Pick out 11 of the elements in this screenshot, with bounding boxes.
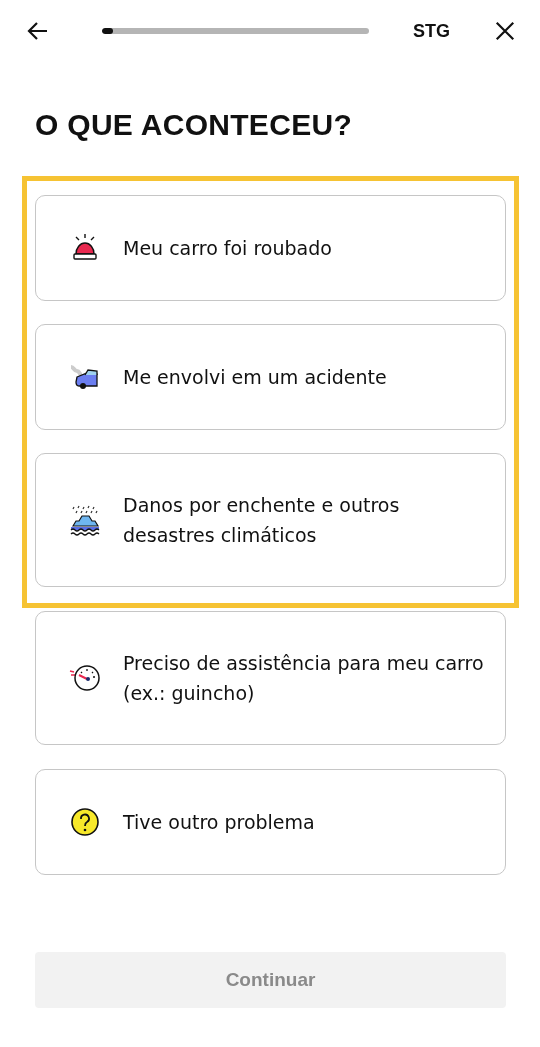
option-card[interactable]: Preciso de assistência para meu carro (ex.: guincho) bbox=[35, 611, 506, 745]
option-card[interactable]: Danos por enchente e outros desastres climáticos bbox=[35, 453, 506, 587]
option-card[interactable]: Me envolvi em um acidente bbox=[35, 324, 506, 430]
question-icon bbox=[69, 806, 101, 838]
flooded-car-icon bbox=[69, 504, 101, 536]
option-card[interactable]: Meu carro foi roubado bbox=[35, 195, 506, 301]
close-icon[interactable] bbox=[494, 20, 516, 42]
environment-label: STG bbox=[413, 20, 450, 42]
option-card[interactable]: Tive outro problema bbox=[35, 769, 506, 875]
speedometer-icon bbox=[69, 662, 101, 694]
page-title: O QUE ACONTECEU? bbox=[35, 108, 354, 142]
